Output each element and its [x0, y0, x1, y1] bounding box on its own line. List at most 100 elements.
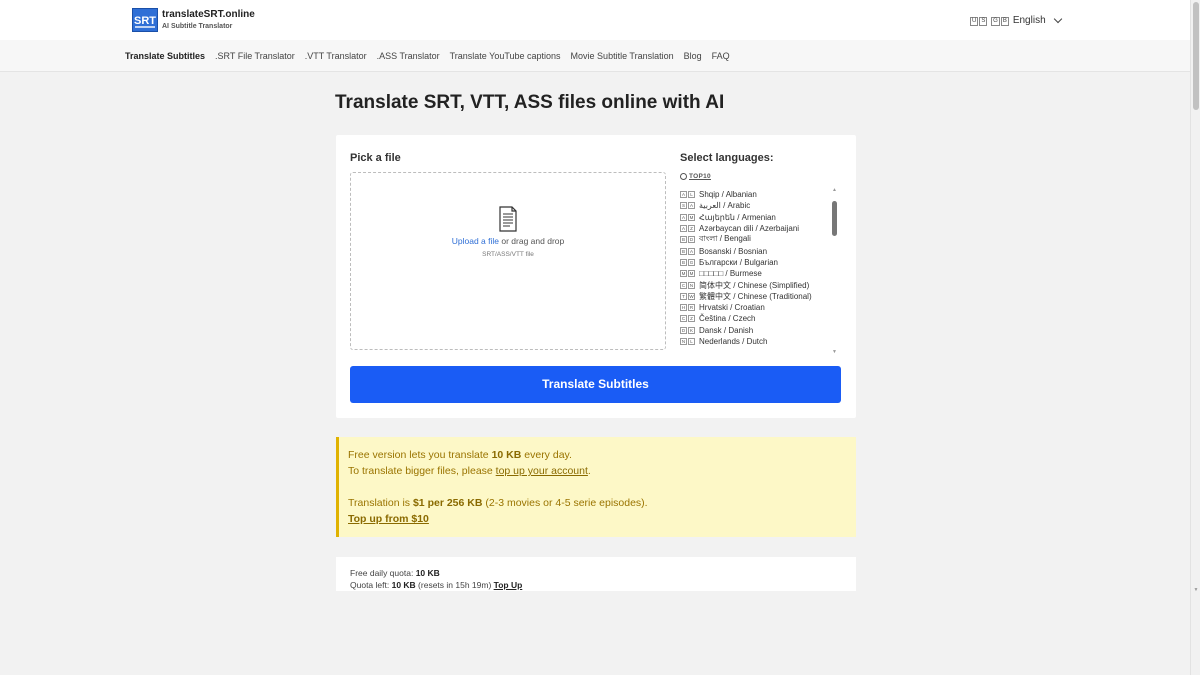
- page-scroll-down-arrow[interactable]: ▼: [1192, 587, 1200, 593]
- flag-icon: US GB: [970, 17, 1009, 26]
- language-option-label: 繁體中文 / Chinese (Traditional): [699, 291, 812, 301]
- page-scrollbar[interactable]: ▼: [1190, 0, 1200, 675]
- scroll-down-arrow[interactable]: ▼: [832, 349, 837, 355]
- flag-icon: Z: [688, 225, 695, 233]
- language-option[interactable]: A M Հայերեն / Armenian: [680, 212, 830, 223]
- language-option[interactable]: T W 繁體中文 / Chinese (Traditional): [680, 291, 830, 302]
- flag-icon: B: [680, 247, 687, 255]
- flag-icon: B: [680, 258, 687, 266]
- flag-icon: T: [680, 292, 687, 300]
- flag-icon: L: [688, 191, 695, 199]
- quota-panel: Free daily quota: 10 KB Quota left: 10 K…: [336, 557, 856, 591]
- flag-icon: H: [680, 304, 687, 312]
- flag-icon: R: [688, 304, 695, 312]
- top-up-account-link[interactable]: top up your account: [496, 465, 588, 477]
- brand-subtitle: AI Subtitle Translator: [162, 23, 233, 30]
- flag-icon: B: [680, 236, 687, 244]
- page-title: Translate SRT, VTT, ASS files online wit…: [335, 92, 725, 113]
- logo-icon[interactable]: SRT: [132, 8, 158, 32]
- flag-icon: N: [688, 281, 695, 289]
- language-list[interactable]: A L Shqip / Albanian S A العربية / Arabic A M Հա…: [680, 189, 830, 349]
- nav-faq[interactable]: FAQ: [712, 51, 730, 61]
- nav-movie-subtitle[interactable]: Movie Subtitle Translation: [571, 51, 674, 61]
- scroll-up-arrow[interactable]: ▲: [832, 187, 837, 193]
- quota-left: Quota left: 10 KB (resets in 15h 19m) To…: [350, 580, 523, 590]
- language-option[interactable]: S A العربية / Arabic: [680, 200, 830, 211]
- language-option-label: Azərbaycan dili / Azerbaijani: [699, 224, 800, 234]
- translate-card: Pick a file Upload a file or drag and dr…: [336, 135, 856, 418]
- language-option[interactable]: A L Shqip / Albanian: [680, 189, 830, 200]
- file-dropzone[interactable]: Upload a file or drag and drop SRT/ASS/V…: [350, 172, 666, 350]
- daily-quota: Free daily quota: 10 KB: [350, 568, 440, 578]
- language-option[interactable]: M M □□□□□ / Burmese: [680, 268, 830, 279]
- translate-subtitles-button[interactable]: Translate Subtitles: [350, 366, 841, 403]
- flag-icon: D: [680, 326, 687, 334]
- flag-icon: A: [680, 213, 687, 221]
- flag-icon: N: [680, 338, 687, 345]
- language-option-label: Nederlands / Dutch: [699, 337, 768, 346]
- flag-icon: C: [680, 281, 687, 289]
- flag-icon: G: [688, 258, 695, 266]
- language-option-label: العربية / Arabic: [699, 201, 751, 211]
- nav-translate-subtitles[interactable]: Translate Subtitles: [125, 51, 205, 61]
- file-type-hint: SRT/ASS/VTT file: [482, 251, 534, 258]
- language-option-label: Čeština / Czech: [699, 314, 756, 324]
- upload-instructions: Upload a file or drag and drop: [451, 236, 565, 246]
- language-label: English: [1012, 14, 1046, 26]
- flag-icon: M: [680, 270, 687, 278]
- language-list-scrollbar[interactable]: ▲ ▼: [832, 187, 837, 355]
- flag-icon: A: [688, 202, 695, 210]
- nav-youtube-captions[interactable]: Translate YouTube captions: [450, 51, 561, 61]
- nav-ass-translator[interactable]: .ASS Translator: [377, 51, 440, 61]
- page-scrollbar-thumb[interactable]: [1193, 2, 1199, 110]
- flag-icon: A: [688, 247, 695, 255]
- pick-file-label: Pick a file: [350, 152, 401, 164]
- upload-file-link[interactable]: Upload a file: [452, 236, 499, 246]
- quota-top-up-link[interactable]: Top Up: [494, 580, 523, 590]
- flag-icon: M: [688, 213, 695, 221]
- nav-vtt-translator[interactable]: .VTT Translator: [305, 51, 367, 61]
- chevron-down-icon: [1053, 14, 1062, 23]
- nav-blog[interactable]: Blog: [684, 51, 702, 61]
- top10-filter[interactable]: TOP10: [680, 173, 711, 180]
- flag-icon: D: [688, 236, 695, 244]
- language-option[interactable]: B G Български / Bulgarian: [680, 257, 830, 268]
- language-option-label: Shqip / Albanian: [699, 190, 757, 200]
- language-option-label: Hrvatski / Croatian: [699, 303, 765, 313]
- globe-icon: [680, 173, 687, 180]
- language-option[interactable]: C Z Čeština / Czech: [680, 313, 830, 324]
- flag-icon: M: [688, 270, 695, 278]
- language-option-label: 简体中文 / Chinese (Simplified): [699, 280, 810, 290]
- language-option-label: □□□□□ / Burmese: [699, 269, 762, 279]
- notice-line-topup: To translate bigger files, please top up…: [348, 465, 591, 477]
- language-option[interactable]: N L Nederlands / Dutch: [680, 336, 830, 347]
- language-option-label: Dansk / Danish: [699, 325, 754, 335]
- language-option[interactable]: B D বাংলা / Bengali: [680, 234, 830, 245]
- flag-icon: K: [688, 326, 695, 334]
- select-languages-label: Select languages:: [680, 152, 774, 164]
- brand-name[interactable]: translateSRT.online: [162, 9, 255, 20]
- language-switcher[interactable]: US GB English: [970, 14, 1062, 26]
- language-option-label: বাংলা / Bengali: [699, 234, 751, 244]
- top-up-from-link[interactable]: Top up from $10: [348, 513, 429, 525]
- document-icon: [499, 206, 517, 232]
- flag-icon: C: [680, 315, 687, 323]
- scrollbar-thumb[interactable]: [832, 201, 837, 236]
- flag-icon: A: [680, 225, 687, 233]
- flag-icon: W: [688, 292, 695, 300]
- notice-line-free: Free version lets you translate 10 KB ev…: [348, 449, 572, 461]
- pricing-notice: Free version lets you translate 10 KB ev…: [336, 437, 856, 537]
- main-nav: Translate Subtitles .SRT File Translator…: [0, 40, 1190, 72]
- top-header: SRT translateSRT.online AI Subtitle Tran…: [0, 0, 1190, 40]
- flag-icon: A: [680, 191, 687, 199]
- language-option[interactable]: C N 简体中文 / Chinese (Simplified): [680, 279, 830, 290]
- language-option-label: Bosanski / Bosnian: [699, 246, 768, 256]
- notice-line-price: Translation is $1 per 256 KB (2-3 movies…: [348, 497, 648, 509]
- language-option-label: Български / Bulgarian: [699, 257, 778, 267]
- flag-icon: S: [680, 202, 687, 210]
- language-option[interactable]: D K Dansk / Danish: [680, 325, 830, 336]
- language-option[interactable]: H R Hrvatski / Croatian: [680, 302, 830, 313]
- language-option[interactable]: B A Bosanski / Bosnian: [680, 245, 830, 256]
- flag-icon: Z: [688, 315, 695, 323]
- nav-srt-translator[interactable]: .SRT File Translator: [215, 51, 295, 61]
